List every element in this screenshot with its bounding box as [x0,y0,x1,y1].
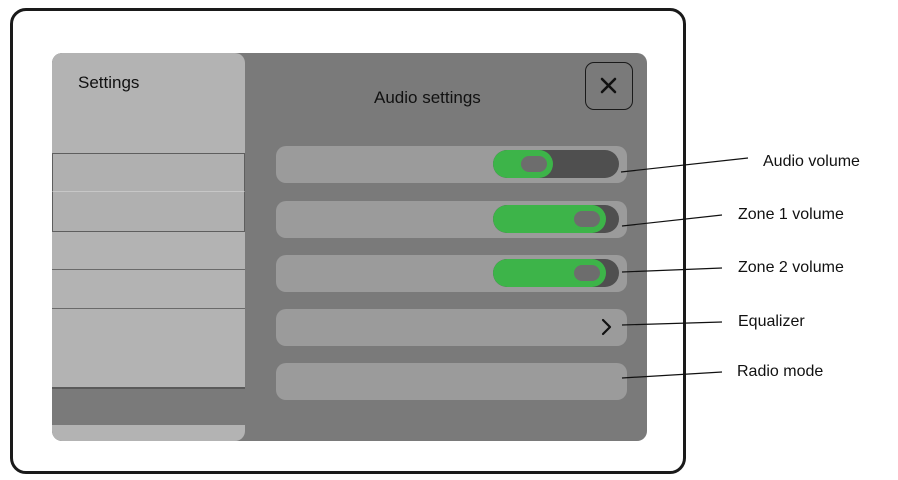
leader-line [621,371,723,379]
leader-line [621,321,723,326]
callout-equalizer: Equalizer [738,313,805,330]
callout-leaders [620,157,749,379]
callout-radio-mode: Radio mode [737,363,824,380]
callout-zone2-volume: Zone 2 volume [738,259,844,276]
leader-line [620,157,749,173]
leader-line [621,214,723,227]
callout-zone1-volume: Zone 1 volume [738,206,844,223]
leader-line [621,267,723,273]
callout-audio-volume: Audio volume [763,153,860,170]
